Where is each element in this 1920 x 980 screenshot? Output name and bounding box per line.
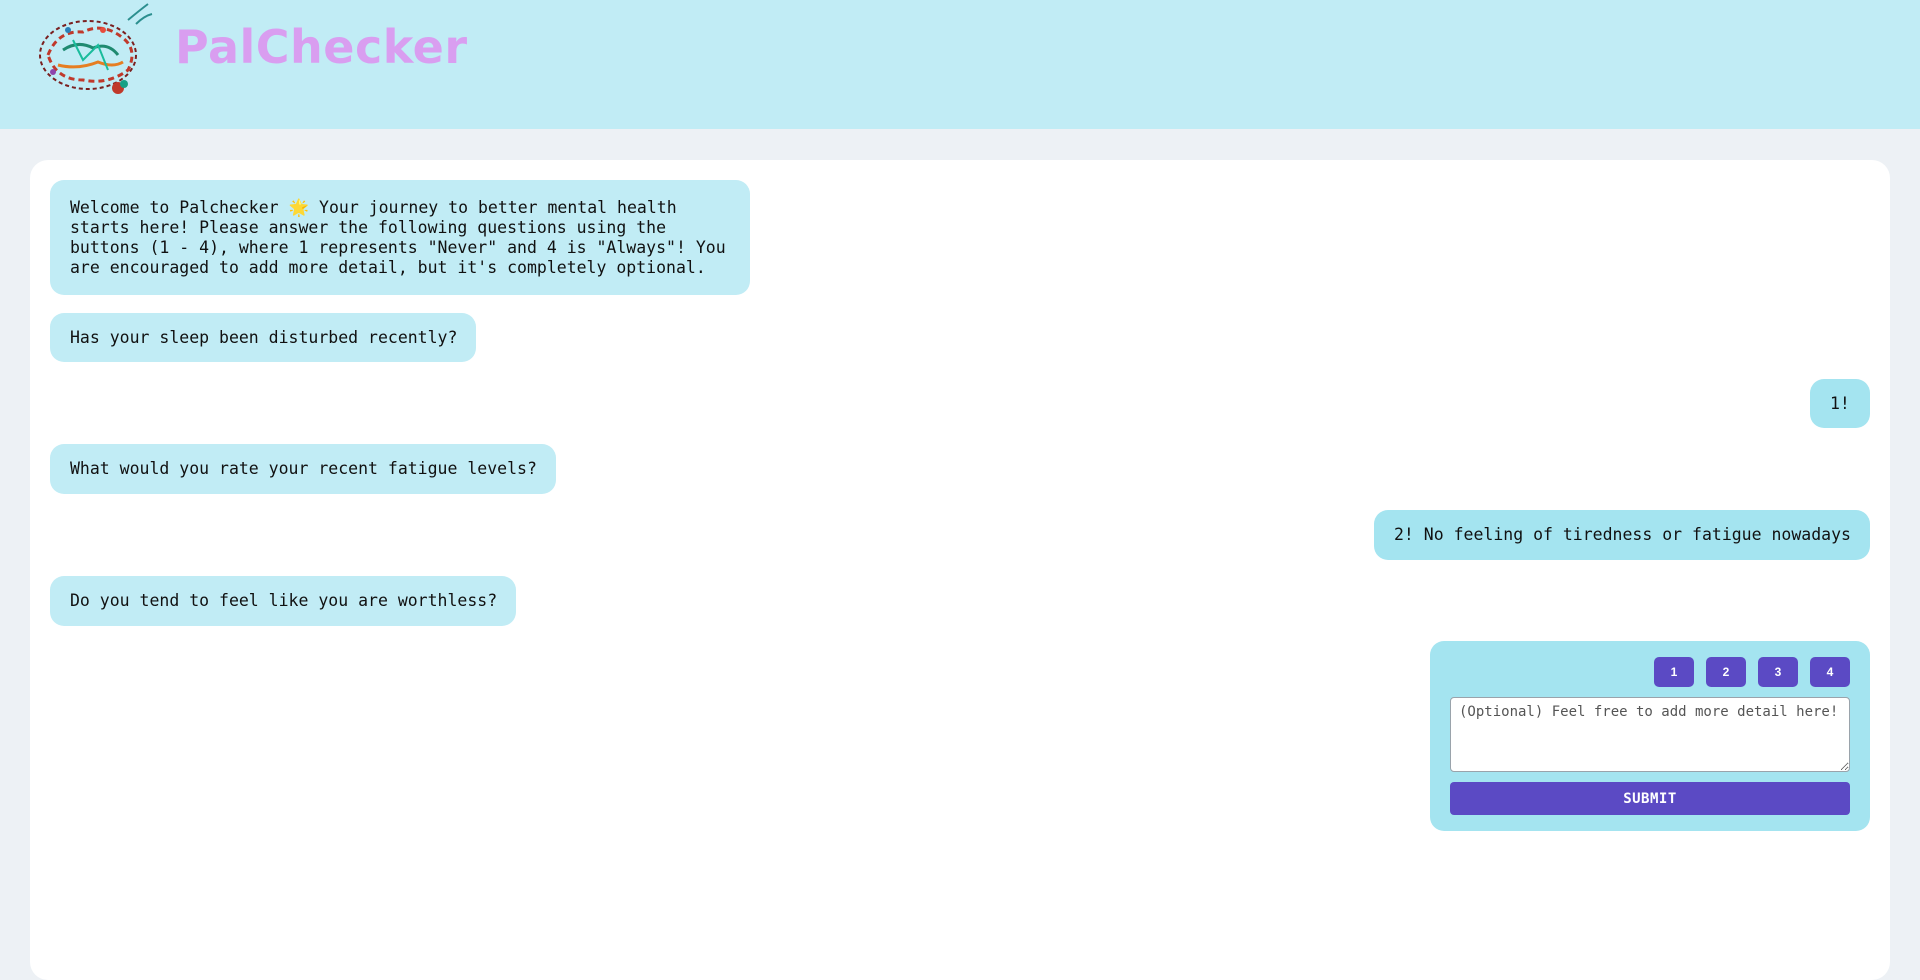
answer-option-1-button[interactable]: 1: [1654, 657, 1694, 687]
brand-title: PalChecker: [175, 20, 468, 74]
app-header: PalChecker: [0, 0, 1920, 129]
detail-textarea[interactable]: [1450, 697, 1850, 772]
answer-option-3-button[interactable]: 3: [1758, 657, 1798, 687]
submit-button[interactable]: SUBMIT: [1450, 782, 1850, 815]
bot-message-text: Welcome to Palchecker 🌟 Your journey to …: [70, 197, 726, 277]
user-message-text: 2! No feeling of tiredness or fatigue no…: [1394, 525, 1851, 544]
bot-message-fatigue: What would you rate your recent fatigue …: [50, 444, 556, 494]
bot-message-text: Has your sleep been disturbed recently?: [70, 327, 458, 347]
answer-option-2-button[interactable]: 2: [1706, 657, 1746, 687]
answer-input-panel: 1 2 3 4 SUBMIT: [1430, 641, 1870, 831]
user-message-answer-1: 1!: [1810, 379, 1870, 428]
user-message-answer-2: 2! No feeling of tiredness or fatigue no…: [1374, 510, 1870, 560]
bot-message-welcome: Welcome to Palchecker 🌟 Your journey to …: [50, 180, 750, 295]
bot-message-text: Do you tend to feel like you are worthle…: [70, 591, 498, 610]
answer-option-4-button[interactable]: 4: [1810, 657, 1850, 687]
bot-message-sleep: Has your sleep been disturbed recently?: [50, 313, 476, 362]
bot-message-text: What would you rate your recent fatigue …: [70, 459, 537, 478]
chat-panel: Welcome to Palchecker 🌟 Your journey to …: [30, 160, 1890, 980]
user-message-text: 1!: [1830, 393, 1850, 413]
bot-message-worthless: Do you tend to feel like you are worthle…: [50, 576, 516, 626]
brain-logo-icon: [39, 3, 153, 94]
